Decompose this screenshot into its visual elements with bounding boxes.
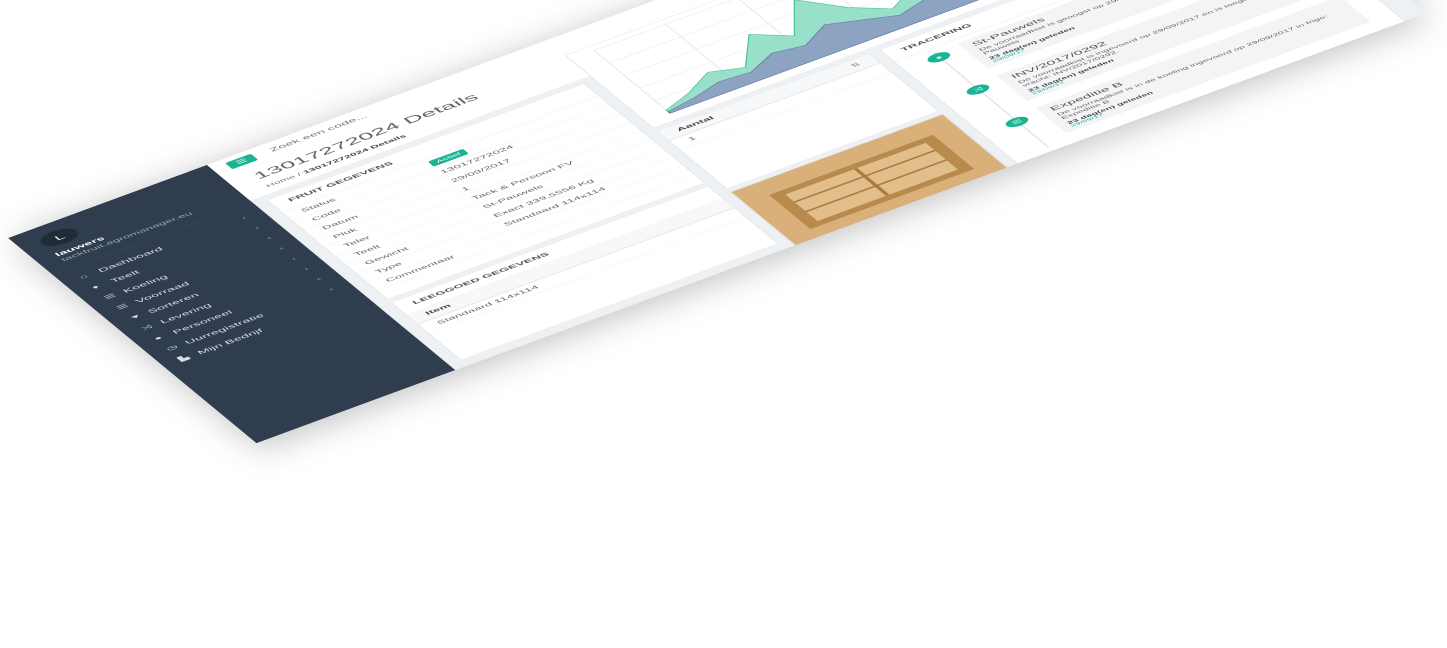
list-icon: ☰: [1002, 114, 1032, 130]
menu-icon: ☰: [233, 157, 250, 166]
sort-icon[interactable]: ⇅: [849, 61, 863, 68]
breadcrumb-separator: /: [295, 171, 303, 177]
screenshot-stage: L lauwers tackfruit.agromanager.eu ⌂ Dash…: [0, 0, 1447, 648]
shuffle-icon: ⤨: [963, 82, 993, 97]
app-window: L lauwers tackfruit.agromanager.eu ⌂ Dash…: [8, 0, 1427, 444]
leaf-icon: ♠: [924, 50, 954, 65]
